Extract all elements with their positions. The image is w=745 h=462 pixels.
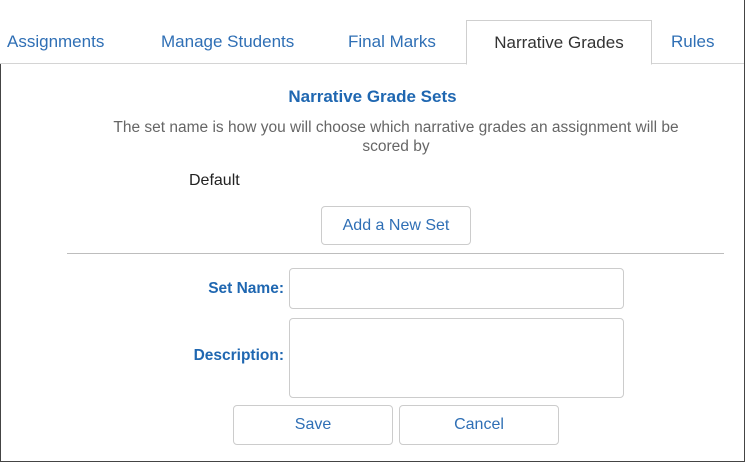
description-label: Description: (193, 347, 284, 364)
section-title: Narrative Grade Sets (288, 87, 457, 106)
panel-left-border (0, 64, 1, 461)
save-button[interactable]: Save (233, 405, 393, 445)
set-name-input[interactable] (289, 268, 624, 309)
set-list-item-default[interactable]: Default (189, 172, 240, 190)
section-divider (67, 253, 724, 254)
tab-bar: Assignments Manage Students Final Marks … (0, 0, 744, 65)
cancel-button[interactable]: Cancel (399, 405, 559, 445)
tab-rules[interactable]: Rules (671, 32, 714, 52)
set-name-label: Set Name: (208, 280, 284, 297)
description-textarea[interactable] (289, 318, 624, 398)
tab-manage-students[interactable]: Manage Students (161, 32, 294, 52)
section-description: The set name is how you will choose whic… (113, 119, 679, 155)
tab-assignments[interactable]: Assignments (7, 32, 104, 52)
add-new-set-button[interactable]: Add a New Set (321, 206, 471, 245)
tab-final-marks[interactable]: Final Marks (348, 32, 436, 52)
tab-narrative-grades[interactable]: Narrative Grades (466, 20, 652, 65)
